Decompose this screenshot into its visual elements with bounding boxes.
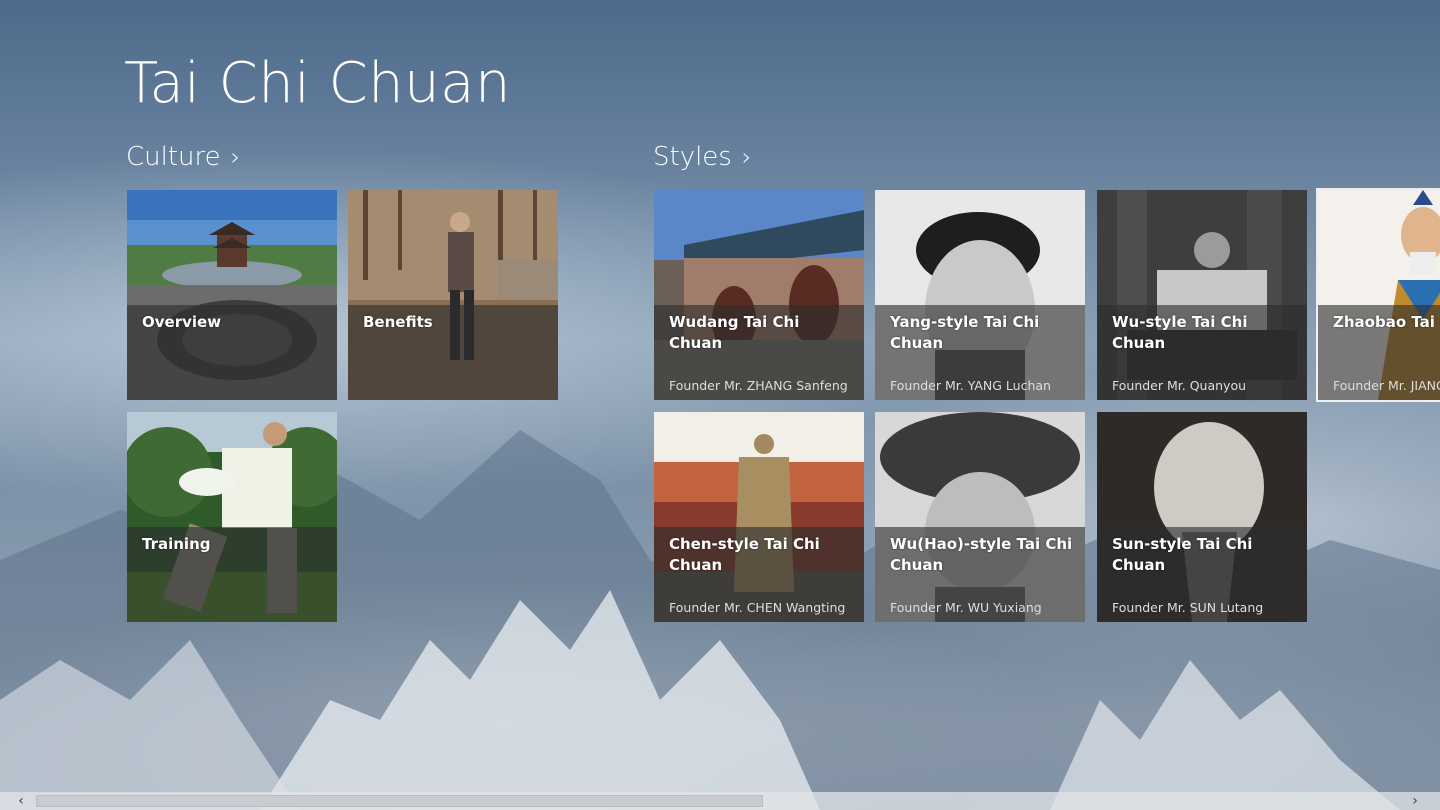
scroll-thumb[interactable]: [36, 795, 763, 807]
tile-title: Chen-style Tai Chi Chuan: [669, 535, 820, 574]
tile-title: Overview: [142, 313, 222, 331]
tile-founder: Founder Mr. YANG Luchan: [890, 378, 1051, 393]
tile-title: Training: [142, 535, 211, 553]
tile-title: Wu-style Tai Chi Chuan: [1112, 313, 1248, 352]
tile-title: Benefits: [363, 313, 433, 331]
tile-title: Wu(Hao)-style Tai Chi Chuan: [890, 535, 1073, 574]
chevron-right-icon: ›: [230, 143, 241, 171]
tile-founder: Founder Mr. SUN Lutang: [1112, 600, 1264, 615]
culture-group-header[interactable]: Culture ›: [126, 142, 240, 172]
tile-wu-hao-style[interactable]: Wu(Hao)-style Tai Chi Chuan Founder Mr. …: [875, 412, 1085, 622]
background-mountains-image: [0, 430, 1440, 810]
tile-title: Zhaobao Tai Chi Chuan: [1333, 313, 1440, 331]
tile-sun-style[interactable]: Sun-style Tai Chi Chuan Founder Mr. SUN …: [1097, 412, 1307, 622]
tile-title: Wudang Tai Chi Chuan: [669, 313, 800, 352]
tile-wudang[interactable]: Wudang Tai Chi Chuan Founder Mr. ZHANG S…: [654, 190, 864, 400]
tile-zhaobao[interactable]: Zhaobao Tai Chi Chuan Founder Mr. JIANG: [1316, 188, 1440, 402]
app-window: Tai Chi Chuan Culture › Styles › Overvie…: [0, 0, 1440, 810]
scroll-left-icon[interactable]: ‹: [6, 792, 36, 810]
tile-yang-style[interactable]: Yang-style Tai Chi Chuan Founder Mr. YAN…: [875, 190, 1085, 400]
styles-group-header[interactable]: Styles ›: [653, 142, 751, 172]
scroll-right-icon[interactable]: ›: [1400, 792, 1430, 810]
tile-founder: Founder Mr. Quanyou: [1112, 378, 1247, 393]
horizontal-scrollbar[interactable]: ‹ ›: [0, 792, 1440, 810]
tile-benefits[interactable]: Benefits: [348, 190, 558, 400]
styles-group-label: Styles: [653, 142, 732, 172]
tile-founder: Founder Mr. JIANG: [1333, 378, 1440, 393]
tile-founder: Founder Mr. ZHANG Sanfeng: [669, 378, 848, 393]
tile-wu-style[interactable]: Wu-style Tai Chi Chuan Founder Mr. Quany…: [1097, 190, 1307, 400]
tile-founder: Founder Mr. CHEN Wangting: [669, 600, 846, 615]
tile-founder: Founder Mr. WU Yuxiang: [890, 600, 1042, 615]
tile-overview[interactable]: Overview: [127, 190, 337, 400]
tile-title: Sun-style Tai Chi Chuan: [1112, 535, 1253, 574]
tile-chen-style[interactable]: Chen-style Tai Chi Chuan Founder Mr. CHE…: [654, 412, 864, 622]
tile-title: Yang-style Tai Chi Chuan: [890, 313, 1040, 352]
culture-group-label: Culture: [126, 142, 221, 172]
app-title: Tai Chi Chuan: [124, 51, 511, 116]
chevron-right-icon: ›: [741, 143, 752, 171]
tile-training[interactable]: Training: [127, 412, 337, 622]
